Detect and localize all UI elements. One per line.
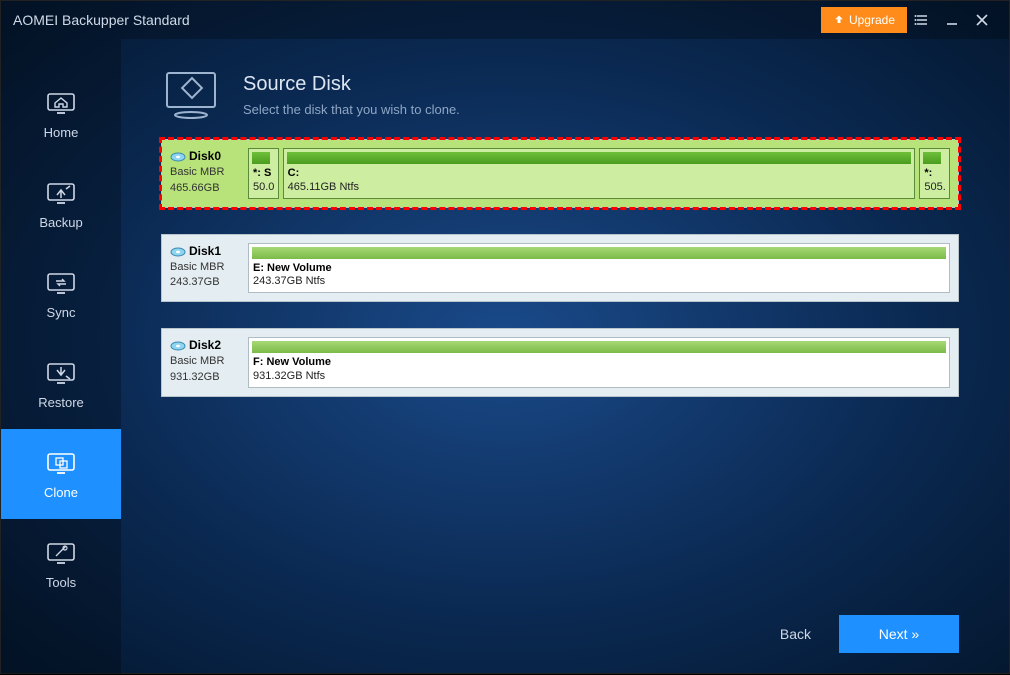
disk-list: Disk0 Basic MBR 465.66GB *: S50.0C:465.11GB… [161,139,959,397]
partition-text: E: New Volume243.37GB Ntfs [249,262,949,293]
titlebar: AOMEI Backupper Standard Upgrade [1,1,1009,39]
close-icon [974,12,990,28]
close-button[interactable] [967,1,997,39]
sidebar-item-sync[interactable]: Sync [1,249,121,339]
upgrade-icon [833,14,845,26]
back-button[interactable]: Back [780,626,811,642]
partitions: *: S50.0C:465.11GB Ntfs*:505. [248,148,950,199]
disk-row[interactable]: Disk0 Basic MBR 465.66GB *: S50.0C:465.11GB… [161,139,959,208]
disk-size: 465.66GB [170,182,220,194]
disk-name: Disk0 [189,149,221,163]
sidebar-item-restore[interactable]: Restore [1,339,121,429]
tools-icon [45,539,77,567]
sidebar-label: Restore [38,395,84,410]
minimize-button[interactable] [937,1,967,39]
sidebar-item-home[interactable]: Home [1,69,121,159]
sidebar-item-backup[interactable]: Backup [1,159,121,249]
page-subtitle: Select the disk that you wish to clone. [243,102,460,117]
sidebar-label: Home [44,125,79,140]
home-icon [45,89,77,117]
partitions: E: New Volume243.37GB Ntfs [248,243,950,294]
disk-row[interactable]: Disk1 Basic MBR 243.37GB E: New Volume243.3… [161,234,959,303]
menu-button[interactable] [907,1,937,39]
sidebar-label: Clone [44,485,78,500]
partition[interactable]: E: New Volume243.37GB Ntfs [248,243,950,294]
sidebar-label: Sync [47,305,76,320]
menu-icon [914,12,930,28]
disk-info: Disk1 Basic MBR 243.37GB [170,243,242,294]
disk-type: Basic MBR [170,261,224,273]
partition[interactable]: *:505. [919,148,950,199]
disk-type: Basic MBR [170,355,224,367]
sidebar-item-tools[interactable]: Tools [1,519,121,609]
partition-bar [252,247,946,259]
footer-actions: Back Next » [780,615,959,653]
disk-icon [170,152,186,162]
main-panel: Source Disk Select the disk that you wis… [121,39,1009,675]
disk-type: Basic MBR [170,166,224,178]
source-disk-icon [161,69,221,121]
sidebar-item-clone[interactable]: Clone [1,429,121,519]
disk-name: Disk1 [189,244,221,258]
app-title: AOMEI Backupper Standard [13,12,190,28]
minimize-icon [944,12,960,28]
partition[interactable]: C:465.11GB Ntfs [283,148,916,199]
next-button[interactable]: Next » [839,615,959,653]
upgrade-button[interactable]: Upgrade [821,7,907,33]
partition-bar [287,152,912,164]
disk-size: 243.37GB [170,276,220,288]
disk-row[interactable]: Disk2 Basic MBR 931.32GB F: New Volume931.3… [161,328,959,397]
disk-size: 931.32GB [170,371,220,383]
disk-icon [170,247,186,257]
sidebar-label: Backup [39,215,82,230]
sidebar: Home Backup Sync Restore Clone Tools [1,39,121,675]
disk-icon [170,341,186,351]
partition-bar [923,152,941,164]
sync-icon [45,269,77,297]
upgrade-label: Upgrade [849,13,895,27]
partition[interactable]: F: New Volume931.32GB Ntfs [248,337,950,388]
page-title: Source Disk [243,73,460,96]
partition[interactable]: *: S50.0 [248,148,279,199]
partition-bar [252,152,270,164]
sidebar-label: Tools [46,575,76,590]
page-header: Source Disk Select the disk that you wis… [161,69,959,121]
disk-info: Disk2 Basic MBR 931.32GB [170,337,242,388]
disk-info: Disk0 Basic MBR 465.66GB [170,148,242,199]
clone-icon [45,449,77,477]
partition-text: F: New Volume931.32GB Ntfs [249,356,949,387]
restore-icon [45,359,77,387]
partitions: F: New Volume931.32GB Ntfs [248,337,950,388]
disk-name: Disk2 [189,338,221,352]
partition-text: *: S50.0 [249,167,278,198]
partition-text: *:505. [920,167,949,198]
backup-icon [45,179,77,207]
partition-bar [252,341,946,353]
partition-text: C:465.11GB Ntfs [284,167,915,198]
